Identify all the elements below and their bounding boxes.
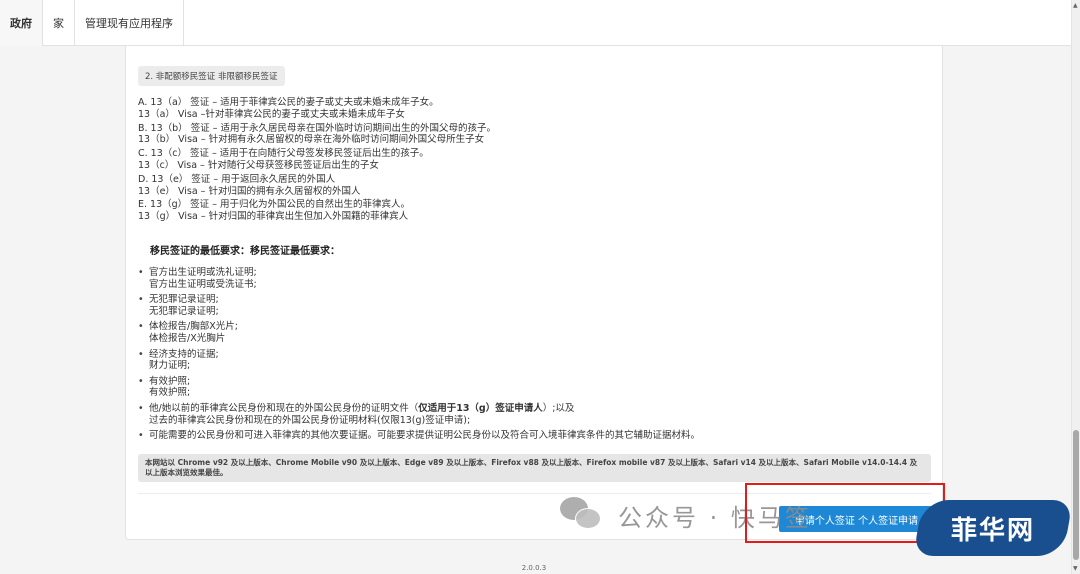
visa-item: B. 13（b） 签证 – 适用于永久居民母亲在国外临时访问期间出生的外国父母的…: [138, 123, 918, 147]
requirement-translation: 官方出生证明或受洗证书;: [149, 278, 257, 290]
requirements-title: 移民签证的最低要求：移民签证最低要求：: [150, 246, 340, 257]
tab-home[interactable]: 家: [43, 0, 75, 46]
visa-description: A. 13（a） 签证 – 适用于菲律宾公民的妻子或丈夫或未婚未成年子女。: [138, 97, 439, 108]
visa-item: C. 13（c） 签证 – 适用于在向随行父母签发移民签证后出生的孩子。 13（…: [138, 148, 918, 172]
requirement-translation: 体检报告/X光胸片: [149, 332, 226, 344]
highlight-annotation: [745, 483, 945, 543]
nav-tabs: 政府 家 管理现有应用程序: [0, 0, 1080, 46]
visa-item: D. 13（e） 签证 – 用于返回永久居民的外国人 13（e） Visa – …: [138, 174, 918, 198]
section-heading: 2. 非配额移民签证 非限额移民签证: [138, 66, 285, 86]
visa-item: A. 13（a） 签证 – 适用于菲律宾公民的妻子或丈夫或未婚未成年子女。 13…: [138, 97, 918, 121]
visa-translation: 13（g） Visa – 针对归国的菲律宾出生但加入外国籍的菲律宾人: [138, 211, 409, 223]
proof-emphasis: 仅适用于13（g）签证申请人: [418, 402, 543, 414]
visa-description: C. 13（c） 签证 – 适用于在向随行父母签发移民签证后出生的孩子。: [138, 148, 429, 160]
requirement-text: 可能需要的公民身份和可进入菲律宾的其他次要证据。可能要求提供证明公民身份以及符合…: [149, 430, 701, 442]
scroll-down-icon[interactable]: ▼: [1073, 565, 1078, 572]
visa-translation: 13（b） Visa – 针对拥有永久居留权的母亲在海外临时访问期间外国父母所生…: [138, 134, 485, 146]
wechat-icon: [560, 497, 604, 533]
list-item: 官方出生证明或洗礼证明; 官方出生证明或受洗证书;: [138, 267, 918, 290]
tab-manage-applications[interactable]: 管理现有应用程序: [75, 0, 184, 46]
visa-translation: 13（e） Visa – 针对归国的拥有永久居留权的外国人: [138, 185, 361, 197]
visa-type-list: A. 13（a） 签证 – 适用于菲律宾公民的妻子或丈夫或未婚未成年子女。 13…: [138, 97, 918, 225]
visa-translation: 13（c） Visa – 针对随行父母获签移民签证后出生的子女: [138, 159, 379, 171]
visa-description: E. 13（g） 签证 – 用于归化为外国公民的自然出生的菲律宾人。: [138, 199, 410, 211]
requirement-text: 官方出生证明或洗礼证明;: [149, 267, 257, 278]
requirement-translation: 无犯罪记录证明;: [149, 305, 219, 317]
scrollbar-thumb[interactable]: [1073, 430, 1079, 560]
site-logo-text: 菲华网: [950, 515, 1035, 546]
requirement-translation: 有效护照;: [149, 387, 191, 399]
visa-description: D. 13（e） 签证 – 用于返回永久居民的外国人: [138, 173, 336, 185]
requirement-translation: 财力证明;: [149, 360, 191, 372]
requirement-text: 无犯罪记录证明;: [149, 294, 219, 306]
content-card: 2. 非配额移民签证 非限额移民签证 A. 13（a） 签证 – 适用于菲律宾公…: [125, 46, 943, 540]
requirement-translation: 过去的菲律宾公民身份和现在的外国公民身份证明材料(仅限13(g)签证申请);: [149, 414, 471, 426]
requirement-text: 他/她以前的菲律宾公民身份和现在的外国公民身份的证明文件（仅适用于13（g）签证…: [149, 403, 918, 415]
list-item: 有效护照; 有效护照;: [138, 376, 918, 399]
site-logo: 菲华网: [913, 500, 1073, 556]
browser-support-note: 本网站以 Chrome v92 及以上版本、Chrome Mobile v90 …: [138, 454, 931, 482]
list-item: 无犯罪记录证明; 无犯罪记录证明;: [138, 294, 918, 317]
requirement-text: 有效护照;: [149, 375, 191, 387]
proof-suffix: ）;以及: [542, 402, 575, 414]
visa-item: E. 13（g） 签证 – 用于归化为外国公民的自然出生的菲律宾人。 13（g）…: [138, 199, 918, 223]
requirement-text: 体检报告/胸部X光片;: [149, 321, 238, 333]
requirements-list: 官方出生证明或洗礼证明; 官方出生证明或受洗证书; 无犯罪记录证明; 无犯罪记录…: [138, 267, 918, 446]
requirement-text: 经济支持的证据;: [149, 348, 219, 360]
tab-government[interactable]: 政府: [0, 0, 43, 46]
vertical-scrollbar[interactable]: ▲ ▼: [1071, 0, 1080, 574]
proof-prefix: 他/她以前的菲律宾公民身份和现在的外国公民身份的证明文件（: [149, 402, 419, 414]
list-item: 可能需要的公民身份和可进入菲律宾的其他次要证据。可能要求提供证明公民身份以及符合…: [138, 430, 918, 442]
version-label: 2.0.0.3: [521, 564, 547, 572]
visa-translation: 13（a） Visa –针对菲律宾公民的妻子或丈夫或未婚未成年子女: [138, 108, 405, 120]
list-item: 他/她以前的菲律宾公民身份和现在的外国公民身份的证明文件（仅适用于13（g）签证…: [138, 403, 918, 426]
scroll-up-icon[interactable]: ▲: [1073, 2, 1078, 9]
list-item: 体检报告/胸部X光片; 体检报告/X光胸片: [138, 321, 918, 344]
visa-description: B. 13（b） 签证 – 适用于永久居民母亲在国外临时访问期间出生的外国父母的…: [138, 122, 496, 134]
top-nav: 政府 家 管理现有应用程序: [0, 0, 1080, 46]
list-item: 经济支持的证据; 财力证明;: [138, 349, 918, 372]
